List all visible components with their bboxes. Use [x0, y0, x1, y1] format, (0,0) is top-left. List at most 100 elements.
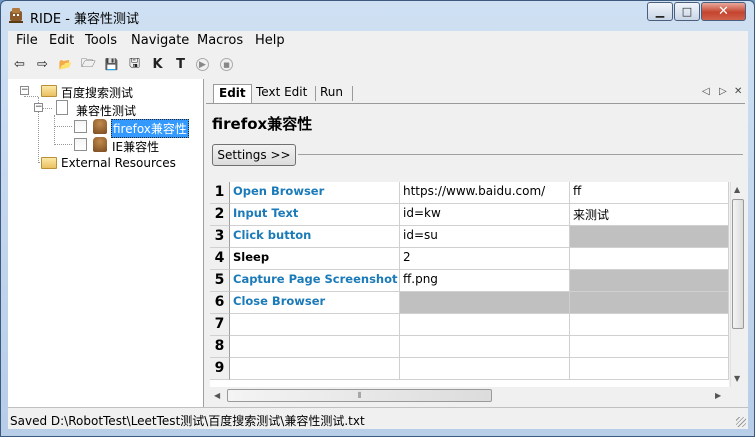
status-bar: Saved D:\RobotTest\LeetTest测试\百度搜索测试\兼容性… — [8, 407, 748, 429]
keyword-cell[interactable] — [230, 336, 400, 358]
row-number: 1 — [210, 182, 230, 204]
menu-edit[interactable]: Edit — [49, 33, 74, 48]
arg-cell[interactable] — [570, 292, 729, 314]
arg-cell[interactable] — [400, 358, 570, 380]
keyword-cell[interactable]: Click button — [230, 226, 400, 248]
save-all-icon[interactable]: 🖫 — [126, 56, 143, 73]
open-directory-icon[interactable]: 🗁 — [80, 56, 97, 73]
stop-icon[interactable]: ■ — [220, 58, 233, 71]
test-checkbox[interactable] — [74, 138, 87, 151]
row-number: 9 — [210, 358, 230, 380]
row-number: 3 — [210, 226, 230, 248]
row-number: 6 — [210, 292, 230, 314]
tab-run[interactable]: Run — [315, 84, 348, 103]
settings-button[interactable]: Settings >> — [212, 144, 296, 166]
menu-tools[interactable]: Tools — [85, 33, 117, 48]
arg-cell[interactable]: ff.png — [400, 270, 570, 292]
external-resources-folder-icon — [41, 157, 57, 169]
project-tree: − 百度搜索测试 − 兼容性测试 firefox兼容性 IE兼容性 Extern… — [8, 79, 204, 407]
arg-cell[interactable] — [570, 226, 729, 248]
scroll-left-icon[interactable]: ◀ — [214, 391, 220, 400]
window-title: RIDE - 兼容性测试 — [30, 12, 140, 27]
open-project-icon[interactable]: 📂 — [57, 56, 74, 73]
minimize-button[interactable]: ▁ — [647, 2, 673, 21]
main-content: − 百度搜索测试 − 兼容性测试 firefox兼容性 IE兼容性 Extern… — [8, 79, 748, 407]
tab-close-icon[interactable]: ✕ — [734, 86, 742, 97]
keyword-cell[interactable]: Sleep — [230, 248, 400, 270]
status-text: Saved D:\RobotTest\LeetTest测试\百度搜索测试\兼容性… — [10, 414, 365, 428]
toolbar: ⇦ ⇨ 📂 🗁 💾 🖫 K T ▶ ■ — [8, 51, 748, 79]
arg-cell[interactable] — [400, 314, 570, 336]
suite-collapse-toggle[interactable]: − — [34, 103, 43, 112]
arg-cell[interactable]: id=kw — [400, 204, 570, 226]
tab-scroll-right-icon[interactable]: ▷ — [719, 86, 727, 97]
arg-cell[interactable]: 2 — [400, 248, 570, 270]
tree-test-ie[interactable]: IE兼容性 — [112, 138, 159, 155]
arg-cell[interactable]: id=su — [400, 226, 570, 248]
vertical-scrollbar[interactable]: ▲ ▼ — [730, 182, 745, 387]
row-number: 4 — [210, 248, 230, 270]
row-number: 5 — [210, 270, 230, 292]
arg-cell[interactable] — [570, 336, 729, 358]
arg-cell[interactable] — [570, 248, 729, 270]
close-button[interactable]: ✕ — [701, 2, 746, 21]
maximize-button[interactable]: □ — [674, 2, 700, 21]
tree-suite[interactable]: 兼容性测试 — [76, 102, 136, 119]
tree-root-suite[interactable]: 百度搜索测试 — [61, 84, 133, 101]
menu-file[interactable]: File — [16, 33, 38, 48]
back-arrow-icon[interactable]: ⇦ — [11, 56, 28, 73]
tree-external-resources[interactable]: External Resources — [61, 156, 176, 170]
tab-scroll-left-icon[interactable]: ◁ — [702, 86, 710, 97]
editor-panel: Edit Text Edit Run ◁ ▷ ✕ firefox兼容性 Sett… — [205, 79, 748, 407]
settings-divider — [298, 154, 743, 155]
suite-folder-icon — [41, 85, 57, 97]
arg-cell[interactable] — [400, 336, 570, 358]
arg-cell[interactable] — [400, 292, 570, 314]
menu-macros[interactable]: Macros — [197, 33, 243, 48]
test-case-title: firefox兼容性 — [212, 115, 313, 133]
suite-file-icon — [56, 100, 68, 115]
forward-arrow-icon[interactable]: ⇨ — [34, 56, 51, 73]
arg-cell[interactable]: 来测试 — [570, 204, 729, 226]
test-checkbox[interactable] — [74, 120, 87, 133]
arg-cell[interactable]: https://www.baidu.com/ — [400, 182, 570, 204]
tree-test-firefox[interactable]: firefox兼容性 — [111, 119, 189, 138]
ride-app-icon — [8, 7, 24, 24]
root-collapse-toggle[interactable]: − — [20, 86, 29, 95]
search-keywords-icon[interactable]: K — [149, 56, 166, 73]
keyword-cell[interactable] — [230, 314, 400, 336]
keyword-cell[interactable]: Capture Page Screenshot — [230, 270, 400, 292]
keyword-cell[interactable]: Input Text — [230, 204, 400, 226]
title-bar[interactable]: RIDE - 兼容性测试 ▁ □ ✕ — [1, 1, 754, 31]
arg-cell[interactable] — [570, 358, 729, 380]
keyword-cell[interactable] — [230, 358, 400, 380]
test-editor: firefox兼容性 Settings >> 1 Open Browser ht… — [206, 103, 745, 407]
tab-text-edit[interactable]: Text Edit — [251, 84, 312, 103]
row-number: 8 — [210, 336, 230, 358]
menu-navigate[interactable]: Navigate — [131, 33, 189, 48]
robot-icon — [93, 137, 107, 152]
row-number: 2 — [210, 204, 230, 226]
keyword-cell[interactable]: Open Browser — [230, 182, 400, 204]
resize-grip-icon[interactable] — [736, 417, 746, 427]
search-tests-icon[interactable]: T — [172, 56, 189, 73]
horizontal-scroll-thumb[interactable]: ⦀ — [227, 389, 492, 402]
menu-bar: File Edit Tools Navigate Macros Help — [8, 31, 748, 51]
vertical-scroll-thumb[interactable] — [732, 199, 744, 329]
horizontal-scrollbar[interactable]: ◀ ⦀ ▶ — [210, 387, 730, 404]
scroll-right-icon[interactable]: ▶ — [715, 391, 721, 400]
menu-help[interactable]: Help — [255, 33, 285, 48]
arg-cell[interactable] — [570, 314, 729, 336]
robot-icon — [93, 119, 107, 134]
keyword-grid[interactable]: 1 Open Browser https://www.baidu.com/ ff… — [210, 182, 729, 387]
save-icon[interactable]: 💾 — [103, 56, 120, 73]
arg-cell[interactable]: ff — [570, 182, 729, 204]
keyword-cell[interactable]: Close Browser — [230, 292, 400, 314]
row-number: 7 — [210, 314, 230, 336]
app-window: RIDE - 兼容性测试 ▁ □ ✕ File Edit Tools Navig… — [0, 0, 755, 437]
arg-cell[interactable] — [570, 270, 729, 292]
scroll-down-icon[interactable]: ▼ — [734, 374, 740, 383]
tab-edit[interactable]: Edit — [213, 84, 252, 103]
scroll-up-icon[interactable]: ▲ — [734, 185, 740, 194]
run-icon[interactable]: ▶ — [196, 58, 209, 71]
